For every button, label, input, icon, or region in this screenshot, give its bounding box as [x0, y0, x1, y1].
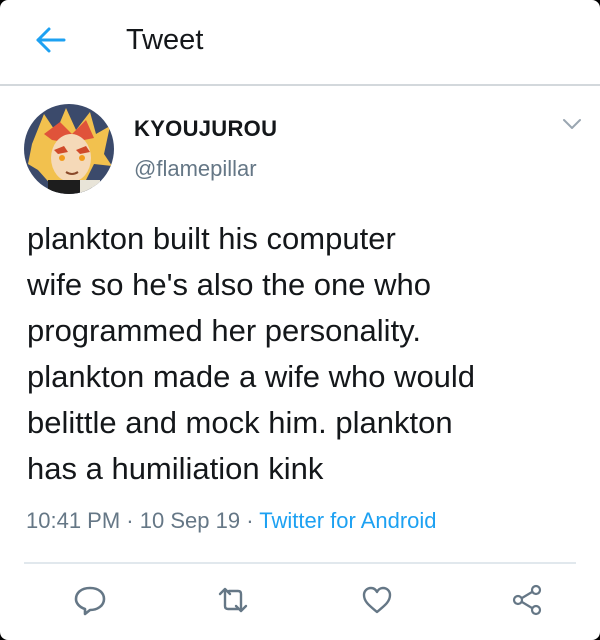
tweet-text-line: has a humiliation kink [27, 451, 324, 486]
page-title: Tweet [126, 24, 204, 56]
tweet-source-link[interactable]: Twitter for Android [259, 508, 436, 533]
retweet-button[interactable] [216, 584, 250, 616]
more-options-button[interactable] [560, 114, 584, 134]
tweet-text-line: belittle and mock him. plankton [27, 405, 453, 440]
share-button[interactable] [510, 584, 544, 616]
like-button[interactable] [360, 584, 394, 616]
top-bar: Tweet [0, 0, 600, 86]
reply-icon [74, 586, 106, 616]
tweet-text-line: plankton made a wife who would [27, 359, 476, 394]
display-name[interactable]: KYOUJUROU [134, 116, 277, 142]
tweet-time: 10:41 PM [26, 508, 121, 533]
tweet-metadata: 10:41 PM · 10 Sep 19 · Twitter for Andro… [26, 508, 437, 534]
avatar[interactable] [24, 104, 114, 194]
tweet-text: plankton built his computer wife so he's… [27, 216, 587, 492]
tweet-text-line: programmed her personality. [27, 313, 421, 348]
tweet-date: 10 Sep 19 [139, 508, 241, 533]
tweet-text-line: wife so he's also the one who [27, 267, 431, 302]
back-button[interactable] [32, 22, 72, 58]
divider [24, 562, 576, 564]
tweet-text-line: plankton built his computer [27, 221, 396, 256]
retweet-icon [218, 587, 248, 613]
avatar-image [24, 104, 114, 194]
reply-button[interactable] [73, 584, 107, 616]
meta-separator: · [246, 508, 254, 533]
heart-icon [362, 586, 392, 614]
meta-separator: · [126, 508, 134, 533]
tweet-detail-screen: Tweet KYOUJUROU @flamepillar plankton bu… [0, 0, 600, 640]
chevron-down-icon [563, 119, 581, 129]
arrow-left-icon [36, 27, 66, 53]
share-icon [512, 584, 542, 616]
user-handle[interactable]: @flamepillar [134, 156, 257, 182]
